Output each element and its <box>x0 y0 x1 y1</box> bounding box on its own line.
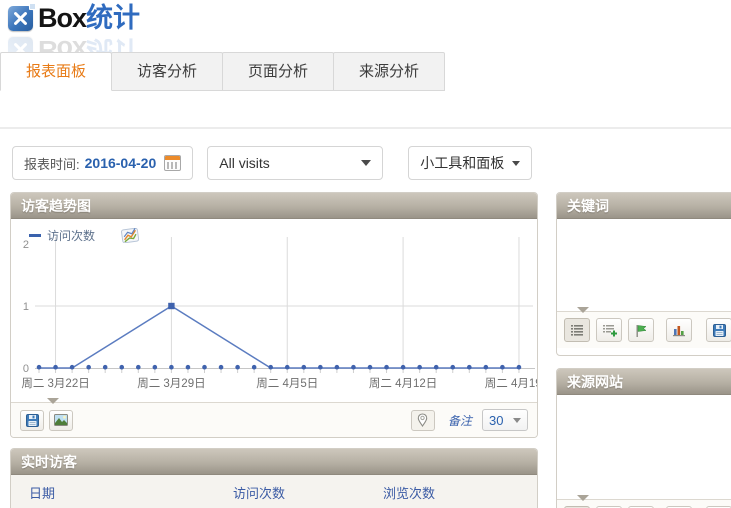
dashboard-right-column: 关键词 <box>556 192 731 508</box>
brand-en: Box <box>38 3 86 33</box>
keywords-body <box>557 219 731 311</box>
export-button[interactable] <box>706 318 731 342</box>
tab-pages[interactable]: 页面分析 <box>222 52 334 91</box>
date-label: 报表时间: <box>24 154 80 173</box>
referrer-sites-header[interactable]: 来源网站 <box>557 369 731 395</box>
chart-legend: 访问次数 <box>29 227 139 244</box>
brand-zh: 统计 <box>86 3 140 33</box>
export-icon <box>713 324 726 337</box>
annotation-label[interactable]: 备注 <box>448 412 472 429</box>
legend-line-swatch <box>29 234 41 237</box>
realtime-visitors-header[interactable]: 实时访客 <box>11 449 537 475</box>
tab-dashboard[interactable]: 报表面板 <box>0 52 112 91</box>
keywords-header[interactable]: 关键词 <box>557 193 731 219</box>
realtime-visitors-widget: 实时访客 日期 访问次数 浏览次数 <box>10 448 538 508</box>
svg-text:周二 4月5日: 周二 4月5日 <box>256 377 318 390</box>
keywords-footer <box>557 311 731 348</box>
filter-bar: 报表时间: 2016-04-20 All visits 小工具和面板 <box>12 146 532 180</box>
visitor-trend-widget: 访客趋势图 访问次数 012周二 3月22日周二 3月29日周二 4月5日周二 … <box>10 192 538 438</box>
visitor-trend-footer: 备注 30 <box>11 402 537 437</box>
svg-text:1: 1 <box>23 301 29 313</box>
collapse-caret-icon[interactable] <box>577 495 589 501</box>
table-more-columns-button[interactable] <box>596 318 622 342</box>
app-title: Box统计 <box>38 5 140 32</box>
export-button[interactable] <box>20 410 44 431</box>
svg-text:周二 4月19日: 周二 4月19日 <box>485 377 537 390</box>
column-header-visits[interactable]: 访问次数 <box>233 483 383 502</box>
app-logo[interactable]: Box统计 <box>8 5 140 32</box>
image-export-icon <box>54 414 68 426</box>
column-header-date[interactable]: 日期 <box>29 483 233 502</box>
chart-footer-right: 备注 30 <box>411 409 528 431</box>
referrer-sites-body <box>557 395 731 499</box>
collapse-caret-icon[interactable] <box>577 307 589 313</box>
caret-down-icon <box>513 418 521 423</box>
calendar-icon <box>164 155 181 171</box>
bar-chart-view-button[interactable] <box>666 318 692 342</box>
svg-text:周二 3月29日: 周二 3月29日 <box>137 377 205 390</box>
logo-icon <box>8 6 33 31</box>
legend-metric-label[interactable]: 访问次数 <box>47 227 95 244</box>
visitor-trend-header[interactable]: 访客趋势图 <box>11 193 537 219</box>
date-picker[interactable]: 报表时间: 2016-04-20 <box>12 146 193 180</box>
goals-flag-button[interactable] <box>628 318 654 342</box>
bar-chart-icon <box>672 324 686 337</box>
annotations-button[interactable] <box>411 410 435 431</box>
location-pin-icon <box>417 413 428 427</box>
realtime-table-header: 日期 访问次数 浏览次数 <box>11 475 537 508</box>
caret-down-icon <box>512 161 520 166</box>
table-view-icon <box>570 324 584 336</box>
sparkline-image-icon[interactable] <box>121 228 139 243</box>
visitor-trend-chart-area: 访问次数 012周二 3月22日周二 3月29日周二 4月5日周二 4月12日周… <box>11 219 537 402</box>
keywords-widget: 关键词 <box>556 192 731 356</box>
tab-visitors[interactable]: 访客分析 <box>111 52 223 91</box>
export-icon <box>26 414 39 427</box>
svg-text:0: 0 <box>23 363 29 375</box>
widgets-menu-button[interactable]: 小工具和面板 <box>408 146 532 180</box>
caret-down-icon <box>361 160 371 166</box>
table-view-button[interactable] <box>564 318 590 342</box>
svg-text:周二 4月12日: 周二 4月12日 <box>369 377 437 390</box>
referrer-sites-footer <box>557 499 731 508</box>
header-divider <box>0 127 731 129</box>
visitor-trend-chart[interactable]: 012周二 3月22日周二 3月29日周二 4月5日周二 4月12日周二 4月1… <box>11 219 537 402</box>
tab-referrers[interactable]: 来源分析 <box>333 52 445 91</box>
main-nav-tabs: 报表面板 访客分析 页面分析 来源分析 <box>0 52 445 91</box>
table-add-icon <box>602 324 617 337</box>
svg-text:周二 3月22日: 周二 3月22日 <box>21 377 89 390</box>
segment-selector[interactable]: All visits <box>207 146 383 180</box>
flag-icon <box>635 324 647 337</box>
collapse-caret-icon[interactable] <box>47 398 59 404</box>
widgets-menu-label: 小工具和面板 <box>420 153 504 173</box>
rows-count-select[interactable]: 30 <box>482 409 528 431</box>
column-header-pageviews[interactable]: 浏览次数 <box>383 483 435 502</box>
referrer-sites-widget: 来源网站 <box>556 368 731 508</box>
segment-value: All visits <box>219 155 270 171</box>
date-value: 2016-04-20 <box>85 155 157 171</box>
rows-count-value: 30 <box>489 413 503 428</box>
image-export-button[interactable] <box>49 410 73 431</box>
dashboard-left-column: 访客趋势图 访问次数 012周二 3月22日周二 3月29日周二 4月5日周二 … <box>10 192 538 508</box>
